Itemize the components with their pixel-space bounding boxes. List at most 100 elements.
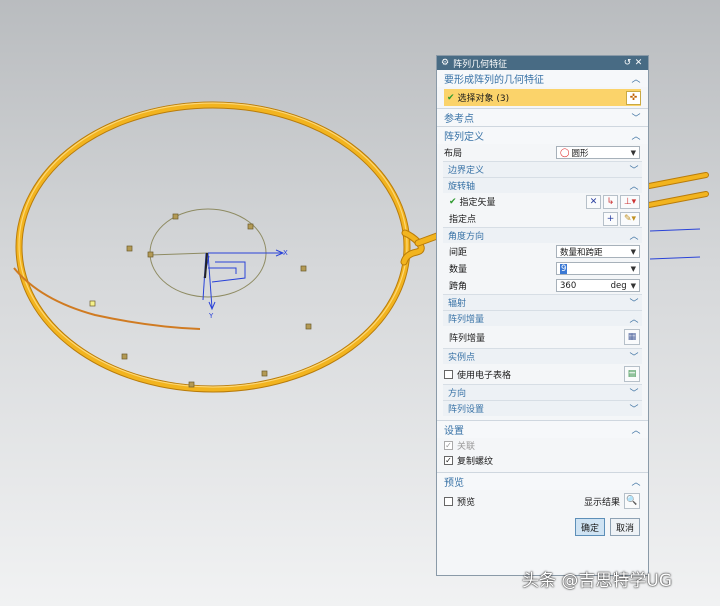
dialog-title-bar: ⚙ 阵列几何特征 ↺ ✕ bbox=[437, 56, 648, 70]
chevron-up-icon[interactable]: ︿ bbox=[630, 475, 642, 488]
section-geometry-header[interactable]: 要形成阵列的几何特征 ︿ bbox=[437, 70, 648, 87]
rotation-axis-label: 旋转轴 bbox=[448, 182, 476, 192]
dropdown-arrow-icon: ▼ bbox=[630, 148, 636, 157]
increment-row: 阵列增量 ▦ bbox=[437, 326, 648, 348]
close-icon[interactable]: ✕ bbox=[633, 58, 644, 68]
dropdown-arrow-icon[interactable]: ▼ bbox=[631, 282, 636, 290]
dropdown-arrow-icon[interactable]: ▼ bbox=[631, 265, 636, 273]
use-spreadsheet-label: 使用电子表格 bbox=[457, 370, 512, 381]
specify-vector-row: ✔ 指定矢量 ✕ ↳ ⊥▾ bbox=[437, 193, 648, 210]
span-unit: deg bbox=[610, 280, 627, 291]
direction-header[interactable]: 方向 ﹀ bbox=[443, 384, 642, 400]
boundary-header[interactable]: 边界定义 ﹀ bbox=[443, 161, 642, 177]
spacing-dropdown[interactable]: 数量和跨距 ▼ bbox=[556, 245, 640, 258]
spacing-row: 间距 数量和跨距 ▼ bbox=[437, 243, 648, 260]
preview-row: 预览 显示结果 🔍 bbox=[437, 490, 648, 512]
section-geometry-label: 要形成阵列的几何特征 bbox=[444, 75, 544, 86]
chevron-up-icon[interactable]: ︿ bbox=[628, 179, 640, 192]
dialog-buttons: 确定 取消 bbox=[437, 512, 648, 536]
select-crosshair-icon[interactable]: ✜ bbox=[626, 90, 641, 105]
section-definition-header[interactable]: 阵列定义 ︿ bbox=[437, 126, 648, 144]
gear-icon[interactable]: ⚙ bbox=[441, 58, 449, 68]
point-options-icon[interactable]: ✎▾ bbox=[620, 211, 640, 226]
associative-row: ✓ 关联 bbox=[437, 438, 648, 453]
guide-curve bbox=[13, 267, 201, 330]
point-constructor-icon[interactable]: + bbox=[603, 211, 618, 226]
dropdown-arrow-icon: ▼ bbox=[630, 247, 636, 256]
chevron-up-icon[interactable]: ︿ bbox=[630, 129, 642, 142]
increment-header[interactable]: 阵列增量 ︿ bbox=[443, 310, 642, 326]
pattern-settings-label: 阵列设置 bbox=[448, 405, 485, 415]
circle-icon: ◯ bbox=[560, 147, 570, 158]
spreadsheet-row: 使用电子表格 ▤ bbox=[437, 364, 648, 384]
select-object-label: 选择对象 (3) bbox=[457, 94, 510, 104]
chevron-down-icon[interactable]: ﹀ bbox=[628, 350, 640, 363]
layout-dropdown[interactable]: ◯ 圆形 ▼ bbox=[556, 146, 640, 159]
watermark-text: 头条 @吉思特学UG bbox=[522, 571, 673, 591]
section-reference-header[interactable]: 参考点 ﹀ bbox=[437, 108, 648, 126]
increment-label: 阵列增量 bbox=[449, 333, 486, 344]
chevron-down-icon[interactable]: ﹀ bbox=[628, 386, 640, 399]
reset-icon[interactable]: ↺ bbox=[622, 58, 633, 68]
chevron-up-icon[interactable]: ︿ bbox=[628, 229, 640, 242]
ok-button[interactable]: 确定 bbox=[575, 518, 605, 536]
span-row: 跨角 360 deg ▼ bbox=[437, 277, 648, 294]
preview-checkbox[interactable] bbox=[444, 496, 453, 506]
specify-point-label: 指定点 bbox=[449, 215, 477, 225]
increment-head-label: 阵列增量 bbox=[448, 315, 485, 325]
axis-stubs bbox=[649, 228, 701, 260]
count-label: 数量 bbox=[449, 265, 468, 275]
spacing-label: 间距 bbox=[449, 248, 468, 258]
chevron-down-icon[interactable]: ﹀ bbox=[630, 111, 642, 124]
section-settings-label: 设置 bbox=[444, 426, 464, 437]
use-spreadsheet-checkbox[interactable] bbox=[444, 369, 453, 379]
vector-options-icon[interactable]: ⊥▾ bbox=[620, 194, 640, 209]
chevron-up-icon[interactable]: ︿ bbox=[630, 72, 642, 85]
axis-x-label: X bbox=[283, 249, 288, 257]
check-icon: ✔ bbox=[447, 92, 455, 103]
radiation-header[interactable]: 辐射 ﹀ bbox=[443, 294, 642, 310]
copy-threads-label: 复制螺纹 bbox=[457, 457, 494, 467]
pattern-geometry-dialog: ⚙ 阵列几何特征 ↺ ✕ 要形成阵列的几何特征 ︿ ✔ 选择对象 (3) ✜ 参… bbox=[436, 55, 649, 576]
layout-row: 布局 ◯ 圆形 ▼ bbox=[437, 144, 648, 161]
radiation-label: 辐射 bbox=[448, 299, 467, 309]
chevron-up-icon[interactable]: ︿ bbox=[628, 312, 640, 325]
associative-checkbox[interactable]: ✓ bbox=[444, 441, 453, 450]
instance-markers bbox=[89, 213, 312, 388]
chevron-up-icon[interactable]: ︿ bbox=[630, 423, 642, 436]
copy-threads-checkbox[interactable]: ✓ bbox=[444, 456, 453, 465]
count-field[interactable]: 9 ▼ bbox=[556, 262, 640, 275]
pattern-settings-header[interactable]: 阵列设置 ﹀ bbox=[443, 400, 642, 416]
spacing-value: 数量和跨距 bbox=[560, 247, 603, 258]
section-preview-header[interactable]: 预览 ︿ bbox=[437, 472, 648, 490]
cancel-button[interactable]: 取消 bbox=[610, 518, 640, 536]
specify-vector-label: 指定矢量 bbox=[459, 198, 496, 208]
section-settings-header[interactable]: 设置 ︿ bbox=[437, 420, 648, 438]
instance-points-header[interactable]: 实例点 ﹀ bbox=[443, 348, 642, 364]
angle-direction-label: 角度方向 bbox=[448, 232, 485, 242]
vector-constructor-icon[interactable]: ↳ bbox=[603, 194, 618, 209]
coordinate-triad bbox=[202, 249, 285, 311]
chevron-down-icon[interactable]: ﹀ bbox=[628, 402, 640, 415]
magnifier-icon[interactable]: 🔍 bbox=[624, 493, 640, 509]
layout-label: 布局 bbox=[444, 149, 463, 159]
pattern-radius bbox=[149, 252, 209, 256]
section-preview-label: 预览 bbox=[444, 478, 464, 489]
section-definition-label: 阵列定义 bbox=[444, 132, 484, 143]
chevron-down-icon[interactable]: ﹀ bbox=[628, 163, 640, 176]
angle-direction-header[interactable]: 角度方向 ︿ bbox=[443, 227, 642, 243]
count-value[interactable]: 9 bbox=[560, 263, 568, 274]
count-row: 数量 9 ▼ bbox=[437, 260, 648, 277]
spreadsheet-icon[interactable]: ▤ bbox=[624, 366, 640, 382]
span-value[interactable]: 360 bbox=[560, 281, 611, 291]
chevron-down-icon[interactable]: ﹀ bbox=[628, 296, 640, 309]
specify-point-row: 指定点 + ✎▾ bbox=[437, 210, 648, 227]
select-object-row[interactable]: ✔ 选择对象 (3) ✜ bbox=[444, 89, 641, 106]
reverse-direction-icon[interactable]: ✕ bbox=[586, 194, 601, 209]
span-field[interactable]: 360 deg ▼ bbox=[556, 279, 640, 292]
associative-label: 关联 bbox=[457, 442, 476, 452]
rotation-axis-header[interactable]: 旋转轴 ︿ bbox=[443, 177, 642, 193]
check-icon: ✔ bbox=[449, 196, 457, 207]
increment-table-icon[interactable]: ▦ bbox=[624, 329, 640, 345]
preview-label: 预览 bbox=[457, 497, 476, 508]
